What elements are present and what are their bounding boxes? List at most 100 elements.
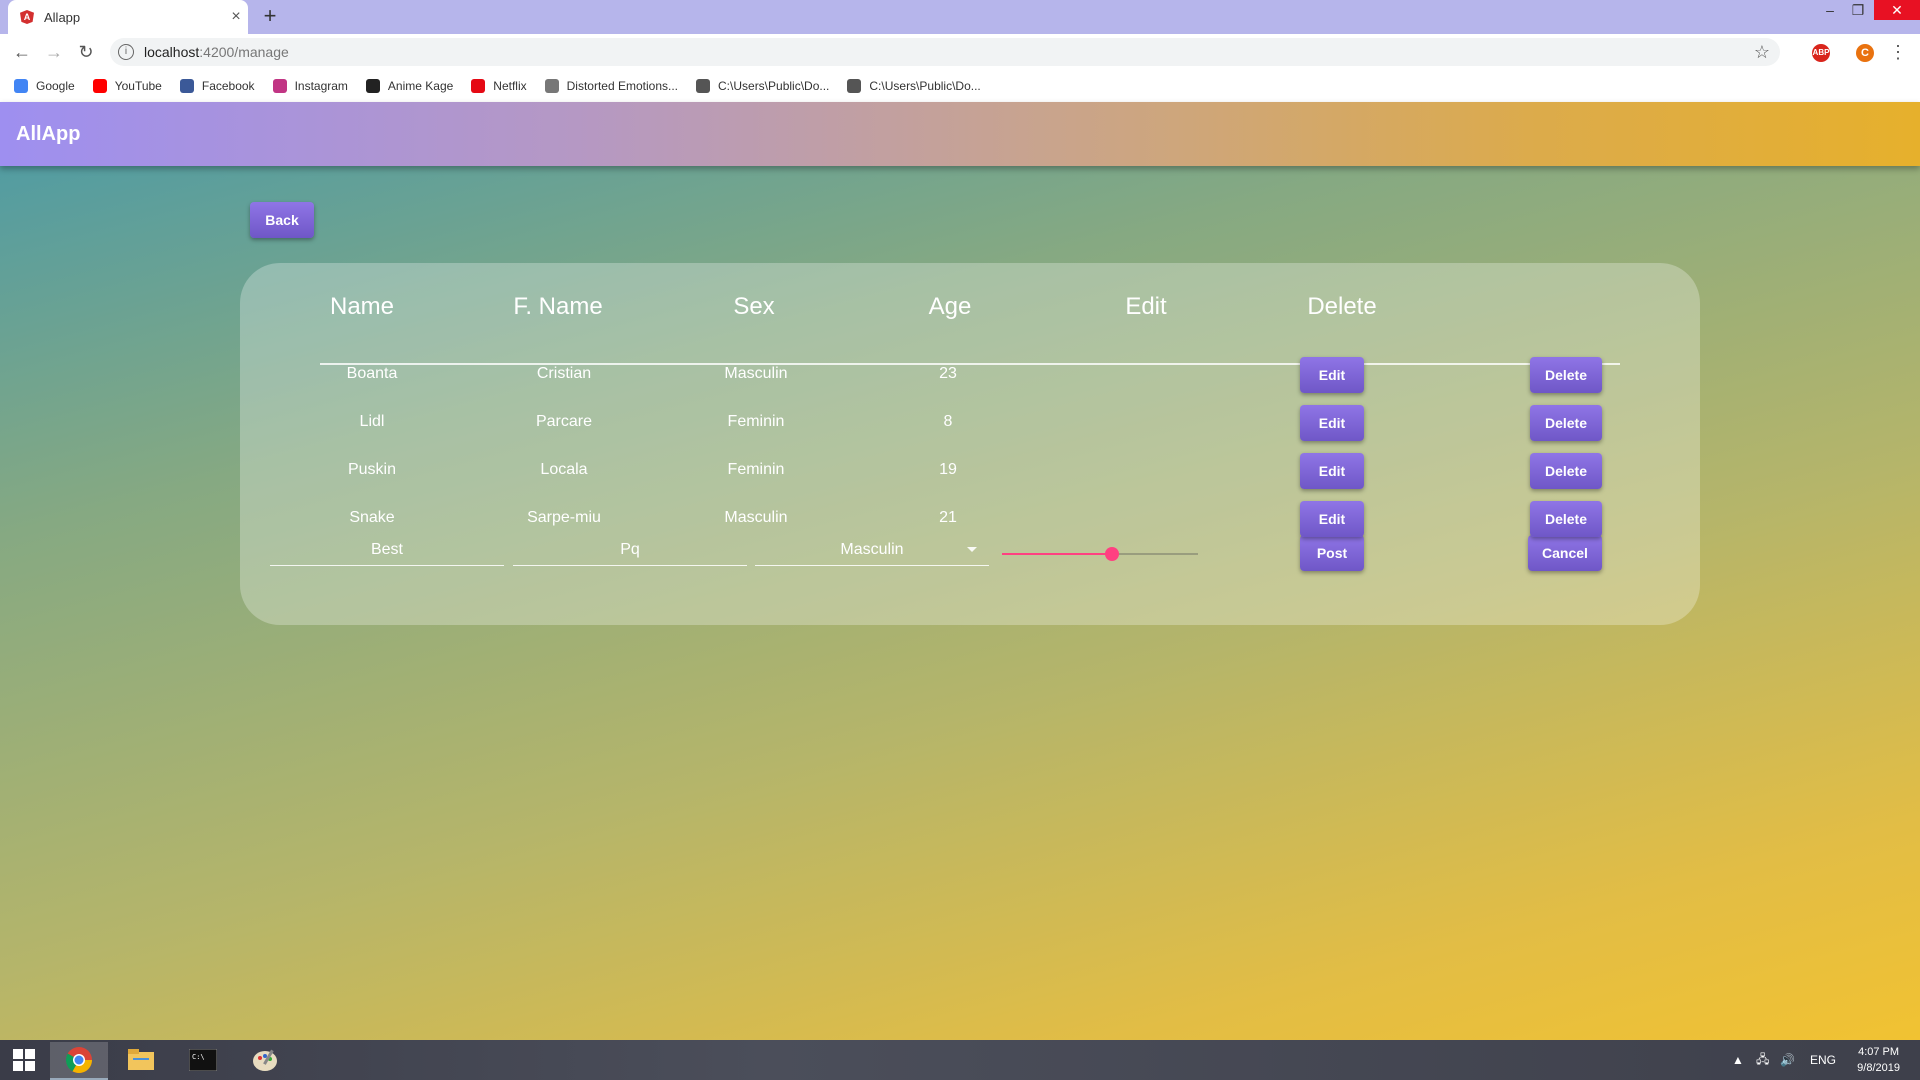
cell-age: 8 <box>943 413 953 430</box>
delete-button[interactable]: Delete <box>1530 453 1602 489</box>
facebook-icon <box>179 79 194 93</box>
edit-button[interactable]: Edit <box>1300 357 1364 393</box>
delete-button[interactable]: Delete <box>1530 405 1602 441</box>
header-sex: Sex <box>733 293 775 320</box>
google-icon <box>14 79 28 93</box>
cell-sex: Masculin <box>724 509 788 526</box>
bookmark-label: Distorted Emotions... <box>566 79 679 93</box>
terminal-icon[interactable]: C:\ <box>174 1042 232 1078</box>
slider-thumb[interactable] <box>1105 547 1119 561</box>
info-icon[interactable]: i <box>118 44 134 60</box>
app-brand: AllApp <box>16 122 81 145</box>
new-tab-button[interactable]: + <box>258 4 282 28</box>
animekage-icon <box>365 79 380 93</box>
profile-avatar[interactable]: C <box>1856 44 1874 62</box>
address-bar[interactable]: i localhost:4200/manage ☆ <box>110 38 1780 66</box>
chrome-taskbar-icon[interactable] <box>50 1042 108 1080</box>
tab-title: Allapp <box>44 9 81 25</box>
cell-sex: Feminin <box>727 413 785 430</box>
header-edit: Edit <box>1125 293 1167 320</box>
back-arrow-icon[interactable]: ← <box>10 40 34 64</box>
bookmark-label: Anime Kage <box>387 79 454 93</box>
bookmark-label: C:\Users\Public\Do... <box>869 79 981 93</box>
browser-tab-strip: A Allapp × + – ❐ ✕ <box>0 0 1920 34</box>
cell-fname: Locala <box>540 461 588 478</box>
svg-text:C:\: C:\ <box>192 1053 205 1061</box>
cell-name: Puskin <box>347 461 397 478</box>
tray-overflow-icon[interactable]: ▲ <box>1732 1040 1744 1080</box>
chrome-menu-icon[interactable]: ⋮ <box>1886 40 1910 64</box>
bookmark-item[interactable]: Netflix <box>471 79 527 93</box>
volume-icon[interactable]: 🔊 <box>1780 1040 1795 1080</box>
bookmark-item[interactable]: Distorted Emotions... <box>544 79 679 93</box>
bookmark-item[interactable]: Google <box>14 79 75 93</box>
bookmark-item[interactable]: Anime Kage <box>365 79 454 93</box>
paint-icon[interactable] <box>236 1042 294 1078</box>
slider-track-inactive <box>1112 553 1198 555</box>
edit-button[interactable]: Edit <box>1300 405 1364 441</box>
app-toolbar: AllApp <box>0 102 1920 166</box>
cell-age: 23 <box>939 365 957 382</box>
clock-date: 9/8/2019 <box>1857 1062 1900 1074</box>
taskbar-clock[interactable]: 4:07 PM 9/8/2019 <box>1857 1044 1900 1076</box>
edit-button[interactable]: Edit <box>1300 453 1364 489</box>
cell-sex: Masculin <box>724 365 788 382</box>
bookmarks-bar: Google YouTube Facebook Instagram Anime Kage… <box>0 70 1920 103</box>
bookmark-star-icon[interactable]: ☆ <box>1754 42 1770 63</box>
cancel-button[interactable]: Cancel <box>1528 535 1602 571</box>
cell-age: 19 <box>939 461 957 478</box>
cell-fname: Cristian <box>536 365 592 382</box>
bookmark-item[interactable]: C:\Users\Public\Do... <box>847 79 981 93</box>
reload-icon[interactable]: ↻ <box>74 40 98 64</box>
cell-sex: Feminin <box>727 461 785 478</box>
name-input[interactable]: Best <box>270 535 504 566</box>
back-button[interactable]: Back <box>250 202 314 238</box>
instagram-icon <box>272 79 287 93</box>
network-icon[interactable]: 🖧 <box>1756 1040 1769 1080</box>
restore-icon[interactable]: ❐ <box>1844 0 1872 20</box>
app-viewport: AllApp Back Best Pq Masculin Post Cancel… <box>0 102 1920 1040</box>
delete-button[interactable]: Delete <box>1530 357 1602 393</box>
bookmark-item[interactable]: Facebook <box>179 79 255 93</box>
adblock-icon[interactable]: ABP <box>1812 44 1830 62</box>
bookmark-label: Google <box>36 79 75 93</box>
cell-age: 21 <box>939 509 957 526</box>
distorted-icon <box>544 79 559 93</box>
bookmark-label: YouTube <box>114 79 162 93</box>
cell-fname: Parcare <box>535 413 593 430</box>
post-button[interactable]: Post <box>1300 535 1364 571</box>
age-slider[interactable] <box>1002 535 1198 567</box>
bookmark-item[interactable]: YouTube <box>92 79 162 93</box>
globe-icon <box>847 79 862 93</box>
language-indicator[interactable]: ENG <box>1810 1040 1836 1080</box>
netflix-icon <box>471 79 486 93</box>
slider-track-active <box>1002 553 1112 555</box>
people-table-panel: Best Pq Masculin Post Cancel Name F. Name… <box>240 263 1700 625</box>
globe-icon <box>696 79 711 93</box>
cell-name: Lidl <box>359 413 385 430</box>
windows-start-icon[interactable] <box>0 1042 48 1078</box>
bookmark-item[interactable]: C:\Users\Public\Do... <box>696 79 829 93</box>
bookmark-item[interactable]: Instagram <box>272 79 348 93</box>
edit-button[interactable]: Edit <box>1300 501 1364 537</box>
header-name: Name <box>329 293 395 320</box>
fname-input[interactable]: Pq <box>513 535 747 566</box>
file-explorer-icon[interactable] <box>112 1042 170 1078</box>
minimize-icon[interactable]: – <box>1816 0 1844 20</box>
header-delete: Delete <box>1307 293 1377 320</box>
browser-toolbar: ← → ↻ i localhost:4200/manage ☆ ABP C ⋮ <box>0 34 1920 70</box>
bookmark-label: Facebook <box>201 79 255 93</box>
windows-taskbar: C:\ ▲ 🖧 🔊 ENG 4:07 PM 9/8/2019 <box>0 1040 1920 1080</box>
window-close-icon[interactable]: ✕ <box>1874 0 1920 20</box>
tab-close-icon[interactable]: × <box>224 8 248 26</box>
angular-icon: A <box>20 10 34 24</box>
url-path: :4200/manage <box>199 44 289 60</box>
youtube-icon <box>92 79 107 93</box>
delete-button[interactable]: Delete <box>1530 501 1602 537</box>
forward-arrow-icon[interactable]: → <box>42 40 66 64</box>
browser-tab[interactable]: A Allapp × <box>8 0 248 34</box>
clock-time: 4:07 PM <box>1858 1046 1900 1058</box>
sex-select[interactable]: Masculin <box>755 535 989 566</box>
bookmark-label: C:\Users\Public\Do... <box>718 79 830 93</box>
header-fname: F. Name <box>513 293 603 320</box>
